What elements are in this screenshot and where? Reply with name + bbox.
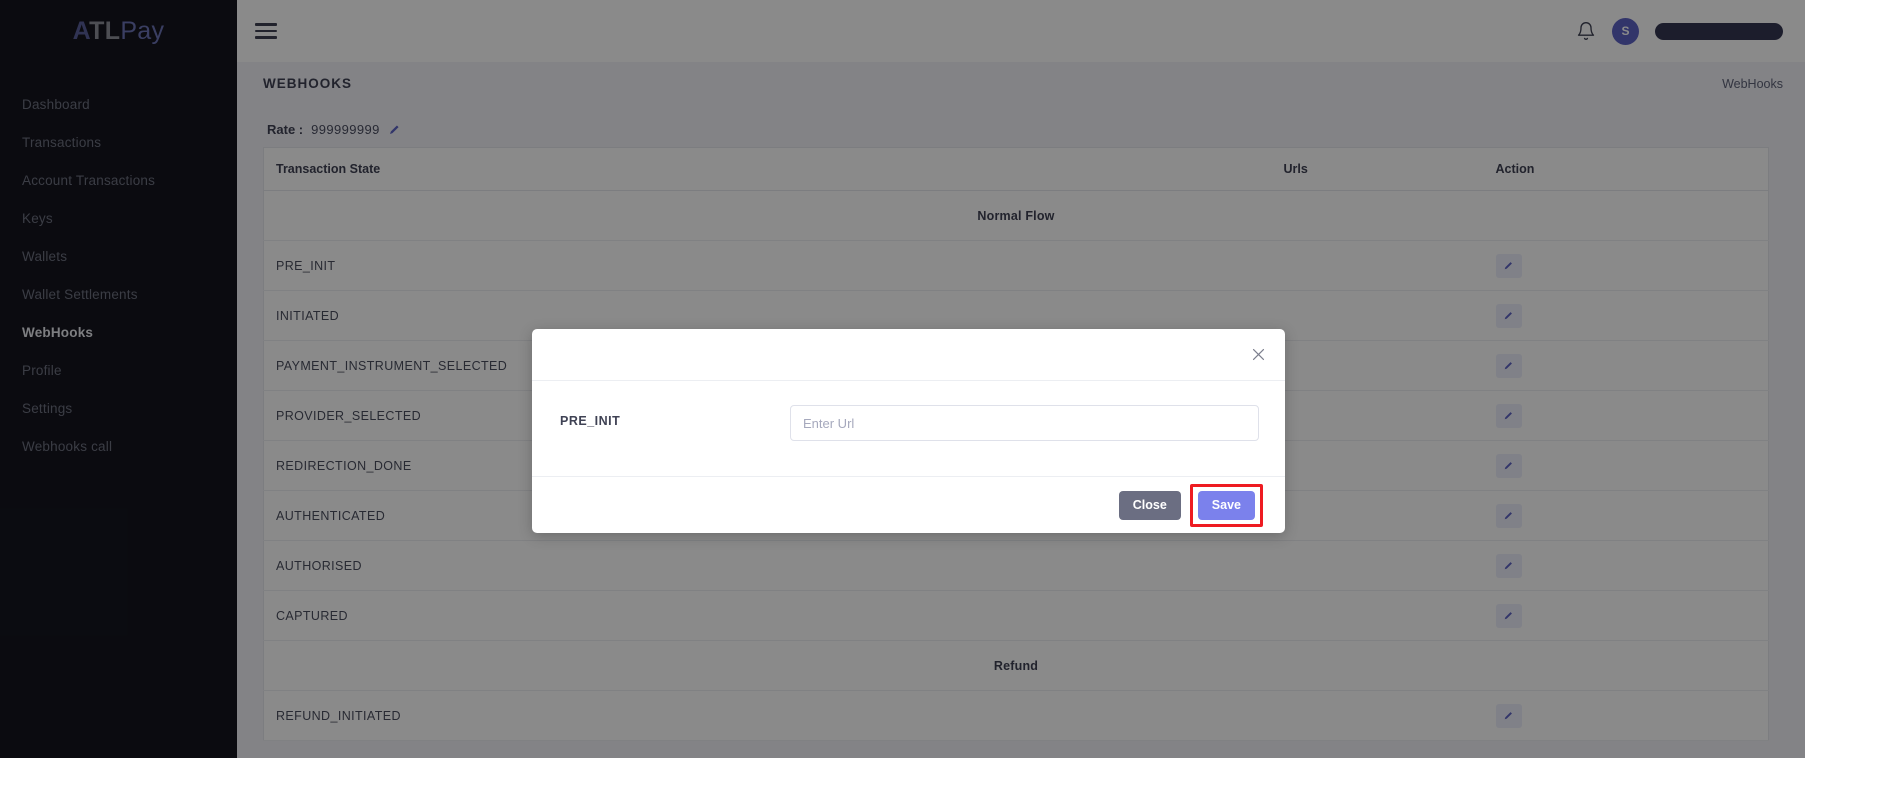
- save-button-highlight: Save: [1189, 483, 1263, 527]
- cell-url: [1271, 390, 1484, 441]
- column-header-urls: Urls: [1271, 147, 1484, 191]
- edit-row-button[interactable]: [1495, 353, 1522, 378]
- cell-url: [1271, 240, 1484, 291]
- table-row: REFUND_INITIATED: [263, 690, 1769, 741]
- page-title: WEBHOOKS: [263, 76, 352, 91]
- cell-action: [1483, 590, 1769, 641]
- cell-action: [1483, 290, 1769, 341]
- edit-row-button[interactable]: [1495, 503, 1522, 528]
- edit-row-button[interactable]: [1495, 303, 1522, 328]
- edit-row-button[interactable]: [1495, 453, 1522, 478]
- table-head: Transaction State Urls Action: [263, 147, 1769, 191]
- bell-icon[interactable]: [1576, 20, 1596, 42]
- table-row: PRE_INIT: [263, 240, 1769, 291]
- table-header-row: Transaction State Urls Action: [263, 147, 1769, 191]
- breadcrumb: WebHooks: [1722, 76, 1783, 91]
- pencil-icon[interactable]: [388, 123, 401, 136]
- sidebar-nav: Dashboard Transactions Account Transacti…: [0, 86, 237, 466]
- sidebar-item-keys[interactable]: Keys: [0, 200, 237, 238]
- edit-row-button[interactable]: [1495, 703, 1522, 728]
- column-header-action: Action: [1483, 147, 1769, 191]
- sidebar-item-webhooks-call[interactable]: Webhooks call: [0, 428, 237, 466]
- cell-url: [1271, 440, 1484, 491]
- edit-row-button[interactable]: [1495, 603, 1522, 628]
- edit-row-button[interactable]: [1495, 253, 1522, 278]
- sidebar: ATLPay Dashboard Transactions Account Tr…: [0, 0, 237, 758]
- cell-transaction-state: CAPTURED: [263, 590, 1272, 641]
- sidebar-item-transactions[interactable]: Transactions: [0, 124, 237, 162]
- logo-letter-a: A: [72, 16, 90, 45]
- cell-action: [1483, 690, 1769, 741]
- close-button[interactable]: Close: [1118, 490, 1181, 520]
- sidebar-item-webhooks[interactable]: WebHooks: [0, 314, 237, 352]
- cell-action: [1483, 240, 1769, 291]
- url-input[interactable]: [790, 405, 1259, 441]
- edit-row-button[interactable]: [1495, 403, 1522, 428]
- cell-url: [1271, 490, 1484, 541]
- username-redacted[interactable]: [1655, 22, 1783, 40]
- table-row: AUTHORISED: [263, 540, 1769, 591]
- cell-url: [1271, 590, 1484, 641]
- column-header-transaction-state: Transaction State: [263, 147, 1272, 191]
- avatar[interactable]: S: [1612, 17, 1639, 45]
- hamburger-icon[interactable]: [255, 19, 277, 42]
- sidebar-item-settings[interactable]: Settings: [0, 390, 237, 428]
- sidebar-item-wallet-settlements[interactable]: Wallet Settlements: [0, 276, 237, 314]
- section-header-refund: Refund: [263, 640, 1769, 691]
- table-row: CAPTURED: [263, 590, 1769, 641]
- url-field-label: PRE_INIT: [560, 414, 621, 428]
- sidebar-item-account-transactions[interactable]: Account Transactions: [0, 162, 237, 200]
- edit-webhook-modal: PRE_INIT Close Save: [532, 329, 1285, 533]
- edit-row-button[interactable]: [1495, 553, 1522, 578]
- section-title: Normal Flow: [263, 190, 1769, 241]
- page-header: WEBHOOKS WebHooks: [237, 62, 1805, 105]
- sidebar-item-dashboard[interactable]: Dashboard: [0, 86, 237, 124]
- sidebar-item-wallets[interactable]: Wallets: [0, 238, 237, 276]
- cell-url: [1271, 290, 1484, 341]
- logo-word-pay: Pay: [120, 16, 165, 45]
- rate-label: Rate :: [267, 121, 304, 137]
- cell-action: [1483, 540, 1769, 591]
- modal-footer: Close Save: [532, 477, 1285, 533]
- cell-action: [1483, 440, 1769, 491]
- modal-body: PRE_INIT: [532, 381, 1285, 477]
- sidebar-item-profile[interactable]: Profile: [0, 352, 237, 390]
- cell-transaction-state: REFUND_INITIATED: [263, 690, 1272, 741]
- topbar-right: S: [1576, 17, 1783, 45]
- cell-transaction-state: AUTHORISED: [263, 540, 1272, 591]
- modal-header: [532, 329, 1285, 381]
- screen-root: ATLPay Dashboard Transactions Account Tr…: [0, 0, 1894, 792]
- logo-letters-tl: TL: [89, 16, 121, 45]
- cell-action: [1483, 490, 1769, 541]
- save-button[interactable]: Save: [1197, 490, 1255, 520]
- cell-url: [1271, 690, 1484, 741]
- cell-action: [1483, 390, 1769, 441]
- cell-url: [1271, 540, 1484, 591]
- rate-row: Rate : 999999999: [263, 111, 1769, 147]
- brand-logo[interactable]: ATLPay: [0, 0, 237, 62]
- cell-transaction-state: PRE_INIT: [263, 240, 1272, 291]
- close-icon[interactable]: [1248, 345, 1268, 365]
- cell-action: [1483, 340, 1769, 391]
- section-title: Refund: [263, 640, 1769, 691]
- topbar: S: [237, 0, 1805, 62]
- rate-value: 999999999: [311, 121, 380, 137]
- cell-url: [1271, 340, 1484, 391]
- section-header-normal-flow: Normal Flow: [263, 190, 1769, 241]
